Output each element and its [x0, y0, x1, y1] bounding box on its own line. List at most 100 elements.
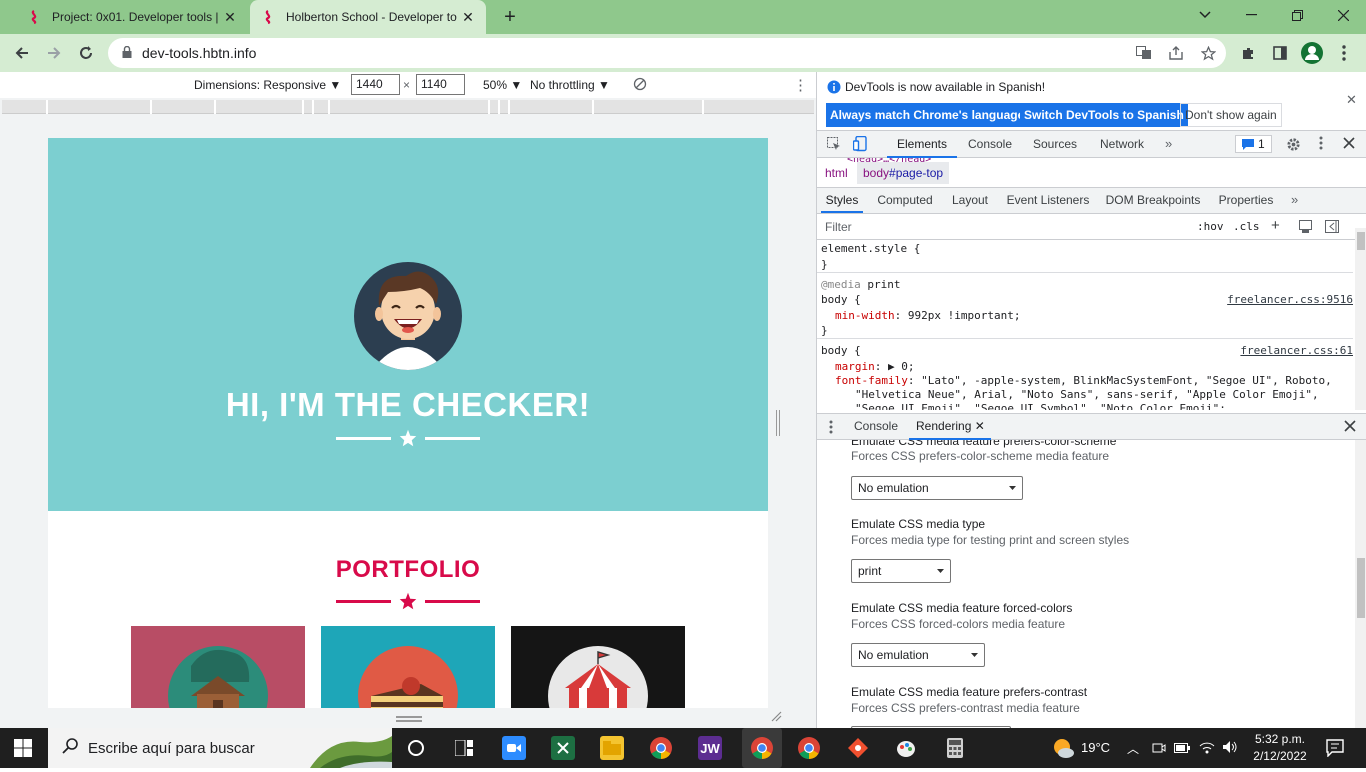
chrome-active-app-icon[interactable]	[742, 728, 782, 768]
media-query-ruler[interactable]	[2, 100, 814, 114]
omnibox[interactable]: dev-tools.hbtn.info	[108, 38, 1226, 68]
val-margin[interactable]: : ▶ 0;	[875, 360, 915, 373]
battery-icon[interactable]	[1174, 742, 1190, 756]
zoom-dropdown[interactable]: 50% ▼	[483, 78, 522, 92]
subtab-styles[interactable]: Styles	[821, 188, 863, 213]
rule-body-selector[interactable]: body {	[821, 293, 861, 306]
zoom-app-icon[interactable]	[502, 736, 526, 760]
prop-font-family[interactable]: font-family	[835, 374, 908, 387]
close-tab-icon[interactable]: ✕	[460, 9, 476, 26]
subtab-properties[interactable]: Properties	[1213, 188, 1279, 213]
jw-app-icon[interactable]: JW	[698, 736, 722, 760]
close-rendering-tab-icon[interactable]: ✕	[975, 419, 985, 433]
tab-search-icon[interactable]	[1182, 0, 1228, 30]
minimize-icon[interactable]	[1228, 0, 1274, 30]
settings-gear-icon[interactable]	[1286, 137, 1301, 155]
rule-body-selector-2[interactable]: body {	[821, 344, 861, 357]
portfolio-item-cabin[interactable]	[131, 626, 305, 708]
excel-app-icon[interactable]	[551, 736, 575, 760]
subtab-computed[interactable]: Computed	[873, 188, 937, 213]
portfolio-item-circus[interactable]	[511, 626, 685, 708]
drawer-menu-icon[interactable]	[829, 420, 833, 437]
hov-toggle[interactable]: :hov	[1197, 220, 1224, 233]
weather-temp[interactable]: 19°C	[1081, 740, 1110, 755]
source-link-freelancer-61[interactable]: freelancer.css:61	[1240, 344, 1353, 357]
viewport-corner-resize-icon[interactable]	[770, 710, 782, 725]
rendering-scrollbar[interactable]	[1355, 440, 1366, 728]
close-drawer-icon[interactable]	[1344, 420, 1356, 435]
devtools-menu-icon[interactable]	[1319, 136, 1323, 153]
breadcrumb-body[interactable]: body#page-top	[857, 162, 950, 184]
restore-icon[interactable]	[1274, 0, 1320, 30]
tab-network[interactable]: Network	[1089, 131, 1155, 158]
switch-to-spanish-button[interactable]: Switch DevTools to Spanish	[1020, 103, 1188, 127]
height-input[interactable]: 1140	[416, 74, 465, 95]
new-tab-button[interactable]: +	[498, 5, 522, 29]
translate-icon[interactable]	[1132, 41, 1156, 65]
share-icon[interactable]	[1164, 41, 1188, 65]
weather-icon[interactable]	[1052, 737, 1074, 762]
tab-console[interactable]: Console	[959, 131, 1021, 158]
source-link-freelancer-9516[interactable]: freelancer.css:9516	[1227, 293, 1353, 306]
clock-time[interactable]: 5:32 p.m.	[1254, 732, 1306, 746]
back-icon[interactable]	[10, 41, 34, 65]
paint-app-icon[interactable]	[894, 736, 918, 760]
volume-icon[interactable]	[1222, 740, 1238, 757]
drawer-tab-rendering[interactable]: Rendering ✕	[909, 414, 991, 440]
forward-icon[interactable]	[42, 41, 66, 65]
toggle-sidebar-icon[interactable]	[1325, 220, 1339, 236]
cls-toggle[interactable]: .cls	[1233, 220, 1260, 233]
styles-scrollbar[interactable]	[1355, 228, 1366, 410]
reload-icon[interactable]	[74, 41, 98, 65]
more-subtabs-icon[interactable]: »	[1291, 192, 1298, 207]
inspect-element-icon[interactable]	[827, 137, 841, 154]
taskbar-search-box[interactable]: Escribe aquí para buscar	[48, 728, 392, 768]
viewport-width-handle[interactable]	[776, 410, 780, 436]
infobar-close-icon[interactable]: ✕	[1346, 92, 1357, 108]
extensions-icon[interactable]	[1236, 41, 1260, 65]
meet-now-icon[interactable]	[1152, 741, 1166, 758]
task-view-icon[interactable]	[404, 736, 428, 760]
subtab-layout[interactable]: Layout	[947, 188, 993, 213]
close-devtools-icon[interactable]	[1343, 137, 1355, 152]
always-match-language-button[interactable]: Always match Chrome's language	[826, 103, 1029, 127]
side-panel-icon[interactable]	[1268, 41, 1292, 65]
file-explorer-icon[interactable]	[600, 736, 624, 760]
breadcrumb-html[interactable]: html	[825, 166, 848, 180]
dimensions-dropdown[interactable]: Dimensions: Responsive ▼	[194, 78, 341, 92]
windows-start-icon[interactable]	[14, 739, 32, 760]
tab-sources[interactable]: Sources	[1023, 131, 1087, 158]
more-tabs-icon[interactable]: »	[1165, 136, 1172, 151]
val-font-family[interactable]: : "Lato", -apple-system, BlinkMacSystemF…	[908, 374, 1332, 387]
chrome-profile-app-icon[interactable]	[797, 736, 821, 760]
new-style-rule-icon[interactable]: +	[1271, 217, 1280, 234]
device-more-icon[interactable]: ⋮	[793, 76, 808, 94]
device-toggle-icon[interactable]	[852, 135, 867, 155]
rule-element-style[interactable]: element.style {	[821, 242, 920, 255]
chrome-menu-icon[interactable]	[1332, 41, 1356, 65]
media-type-select[interactable]: print	[851, 559, 951, 583]
dont-show-again-button[interactable]: Don't show again	[1180, 103, 1282, 127]
git-app-icon[interactable]	[846, 736, 870, 760]
bookmark-star-icon[interactable]	[1196, 41, 1220, 65]
rotate-icon[interactable]	[633, 77, 647, 94]
browser-tab-holberton[interactable]: Holberton School - Developer to ✕	[250, 0, 486, 34]
val-min-width[interactable]: : 992px !important;	[895, 309, 1021, 322]
tray-chevron-icon[interactable]: ︿	[1127, 740, 1139, 757]
drawer-tab-console[interactable]: Console	[847, 414, 905, 440]
notification-center-icon[interactable]	[1326, 739, 1344, 760]
viewport-height-handle[interactable]	[396, 716, 422, 722]
chrome-app-icon[interactable]	[649, 736, 673, 760]
computed-styles-icon[interactable]	[1299, 220, 1312, 236]
widgets-icon[interactable]	[452, 736, 476, 760]
close-tab-icon[interactable]: ✕	[222, 9, 238, 26]
subtab-dom-breakpoints[interactable]: DOM Breakpoints	[1103, 188, 1203, 213]
prop-min-width[interactable]: min-width	[835, 309, 895, 322]
close-window-icon[interactable]	[1320, 0, 1366, 30]
forced-colors-select[interactable]: No emulation	[851, 643, 985, 667]
profile-avatar-icon[interactable]	[1300, 41, 1324, 65]
subtab-event-listeners[interactable]: Event Listeners	[1003, 188, 1093, 213]
prop-margin[interactable]: margin	[835, 360, 875, 373]
throttling-dropdown[interactable]: No throttling ▼	[530, 78, 610, 92]
styles-filter-input[interactable]: Filter	[821, 217, 1185, 237]
